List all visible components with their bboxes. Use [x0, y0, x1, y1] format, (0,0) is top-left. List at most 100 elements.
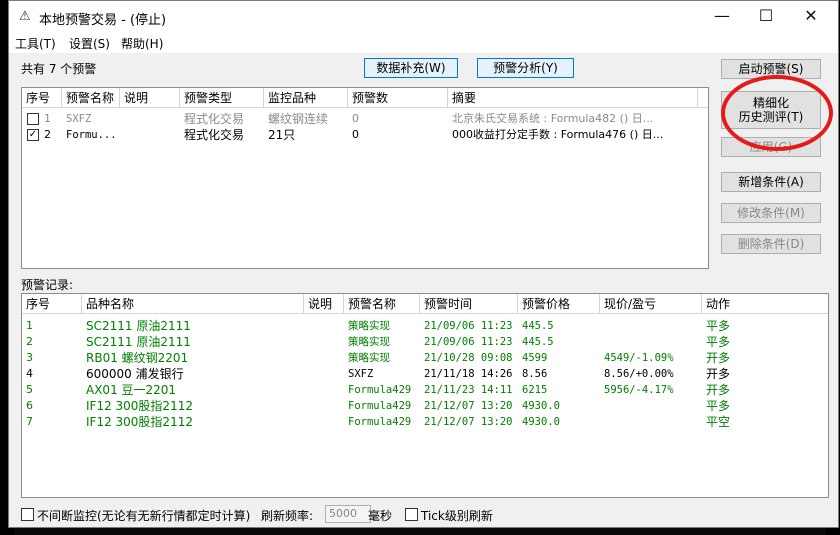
- menu-settings[interactable]: 设置(S): [69, 35, 110, 52]
- edit-condition-button[interactable]: 修改条件(M): [721, 203, 821, 223]
- alert-summary: 北京朱氏交易系统 : Formula482 () 日...: [452, 112, 654, 125]
- alert-records-table[interactable]: 序号 品种名称 说明 预警名称 预警时间 预警价格 现价/盈亏 动作 1 SC21…: [21, 293, 829, 498]
- alert-symbol: 21只: [268, 128, 296, 142]
- tick-refresh-checkbox[interactable]: [405, 508, 418, 521]
- rec-desc: [304, 318, 344, 334]
- alert-count: 0: [352, 128, 359, 141]
- alert-trading-window: ⚠ 本地预警交易 - (停止) — ☐ ✕ 工具(T) 设置(S) 帮助(H) …: [8, 0, 839, 528]
- rec-action: 开多: [706, 383, 731, 397]
- col-rec-symbol[interactable]: 品种名称: [82, 294, 304, 314]
- rec-no: 6: [26, 399, 33, 412]
- alert-no: 2: [44, 128, 51, 141]
- rec-no: 7: [26, 415, 33, 428]
- rec-symbol: RB01 螺纹钢2201: [86, 351, 189, 365]
- rec-no: 4: [26, 367, 33, 380]
- alert-count: 0: [352, 112, 359, 125]
- rec-action: 平多: [706, 319, 731, 333]
- rec-price: 6215: [522, 384, 548, 396]
- col-alert-type[interactable]: 预警类型: [180, 88, 264, 108]
- menu-tools[interactable]: 工具(T): [15, 35, 56, 52]
- record-row[interactable]: 7 IF12 300股指2112 Formula429 21/12/07 13:20 4…: [22, 414, 822, 430]
- col-rec-pnl[interactable]: 现价/盈亏: [600, 294, 702, 314]
- alert-list-header: 序号 预警名称 说明 预警类型 监控品种 预警数 摘要: [22, 88, 708, 108]
- rec-pnl: [600, 414, 702, 430]
- rec-action: 平空: [706, 415, 731, 429]
- minimize-button[interactable]: —: [702, 5, 742, 29]
- rec-desc: [304, 334, 344, 350]
- record-row[interactable]: 3 RB01 螺纹钢2201 策略实现 21/10/28 09:08 4599 4549/…: [22, 350, 822, 366]
- rec-no: 2: [26, 335, 33, 348]
- maximize-button[interactable]: ☐: [746, 5, 786, 29]
- rec-desc: [304, 350, 344, 366]
- alert-type: 程式化交易: [184, 112, 245, 126]
- col-rec-desc[interactable]: 说明: [304, 294, 344, 314]
- alert-name: SXFZ: [66, 113, 92, 125]
- warning-triangle-icon: ⚠: [19, 9, 31, 24]
- rec-time: 21/11/23 14:11: [424, 384, 513, 396]
- alert-no: 1: [44, 112, 51, 125]
- rec-price: 445.5: [522, 336, 554, 348]
- highlight-circle: [721, 75, 833, 151]
- rec-alert: Formula429: [348, 384, 412, 396]
- col-summary[interactable]: 摘要: [448, 88, 698, 108]
- record-row[interactable]: 5 AX01 豆一2201 Formula429 21/11/23 14:11 6215…: [22, 382, 822, 398]
- rec-price: 445.5: [522, 320, 554, 332]
- rec-pnl: 4549/-1.09%: [604, 352, 674, 364]
- record-row[interactable]: 6 IF12 300股指2112 Formula429 21/12/07 13:20 4…: [22, 398, 822, 414]
- col-desc[interactable]: 说明: [120, 88, 180, 108]
- menu-bar: 工具(T) 设置(S) 帮助(H): [9, 33, 838, 53]
- rec-pnl: [600, 398, 702, 414]
- col-alert-name[interactable]: 预警名称: [62, 88, 120, 108]
- col-rec-alert[interactable]: 预警名称: [344, 294, 420, 314]
- alert-checkbox[interactable]: ✓: [27, 129, 39, 141]
- alert-row[interactable]: ✓ 2 Formu... 程式化交易 21只 0 000收益打分定手数 : Fo…: [22, 127, 698, 143]
- rec-pnl: 8.56/+0.00%: [604, 368, 674, 380]
- add-condition-button[interactable]: 新增条件(A): [721, 172, 821, 192]
- refresh-unit-label: 毫秒: [368, 509, 393, 523]
- alert-analysis-button[interactable]: 预警分析(Y): [477, 58, 574, 78]
- rec-alert: 策略实现: [348, 336, 390, 348]
- rec-alert: SXFZ: [348, 368, 374, 380]
- rec-time: 21/12/07 13:20: [424, 400, 513, 412]
- alert-symbol: 螺纹钢连续: [268, 112, 329, 126]
- rec-price: 8.56: [522, 368, 548, 380]
- window-title: 本地预警交易 - (停止): [39, 13, 167, 28]
- rec-time: 21/09/06 11:23: [424, 320, 513, 332]
- col-rec-time[interactable]: 预警时间: [420, 294, 518, 314]
- record-row[interactable]: 1 SC2111 原油2111 策略实现 21/09/06 11:23 445.5 平多: [22, 318, 822, 334]
- alert-checkbox[interactable]: [27, 113, 39, 125]
- rec-action: 平多: [706, 335, 731, 349]
- col-rec-no[interactable]: 序号: [22, 294, 82, 314]
- rec-desc: [304, 366, 344, 382]
- col-rec-action[interactable]: 动作: [702, 294, 828, 314]
- col-rec-price[interactable]: 预警价格: [518, 294, 600, 314]
- rec-action: 开多: [706, 367, 731, 381]
- col-symbol[interactable]: 监控品种: [264, 88, 348, 108]
- alert-list[interactable]: 序号 预警名称 说明 预警类型 监控品种 预警数 摘要 1 SXFZ 程式化交易…: [21, 87, 709, 269]
- alert-name: Formu...: [66, 129, 117, 141]
- col-count[interactable]: 预警数: [348, 88, 448, 108]
- rec-alert: 策略实现: [348, 352, 390, 364]
- records-header: 序号 品种名称 说明 预警名称 预警时间 预警价格 现价/盈亏 动作: [22, 294, 828, 314]
- record-row[interactable]: 4 600000 浦发银行 SXFZ 21/11/18 14:26 8.56 8.56/+…: [22, 366, 822, 382]
- col-no[interactable]: 序号: [22, 88, 62, 108]
- refresh-rate-label: 刷新频率:: [261, 509, 314, 523]
- rec-price: 4930.0: [522, 400, 560, 412]
- continuous-monitor-checkbox[interactable]: [21, 508, 34, 521]
- alert-count-label: 共有 7 个预警: [21, 62, 97, 76]
- record-row[interactable]: 2 SC2111 原油2111 策略实现 21/09/06 11:23 445.5 平多: [22, 334, 822, 350]
- close-button[interactable]: ✕: [791, 5, 831, 29]
- rec-symbol: AX01 豆一2201: [86, 383, 177, 397]
- rec-no: 3: [26, 351, 33, 364]
- continuous-monitor-label: 不间断监控(无论有无新行情都定时计算): [37, 509, 251, 523]
- records-label: 预警记录:: [21, 278, 74, 292]
- menu-help[interactable]: 帮助(H): [121, 35, 163, 52]
- rec-symbol: SC2111 原油2111: [86, 335, 191, 349]
- alert-row[interactable]: 1 SXFZ 程式化交易 螺纹钢连续 0 北京朱氏交易系统 : Formula4…: [22, 111, 698, 127]
- rec-symbol: IF12 300股指2112: [86, 399, 193, 413]
- rec-time: 21/10/28 09:08: [424, 352, 513, 364]
- refresh-rate-input[interactable]: 5000: [325, 505, 371, 523]
- delete-condition-button[interactable]: 删除条件(D): [721, 234, 821, 254]
- data-fill-button[interactable]: 数据补充(W): [364, 58, 458, 78]
- rec-time: 21/12/07 13:20: [424, 416, 513, 428]
